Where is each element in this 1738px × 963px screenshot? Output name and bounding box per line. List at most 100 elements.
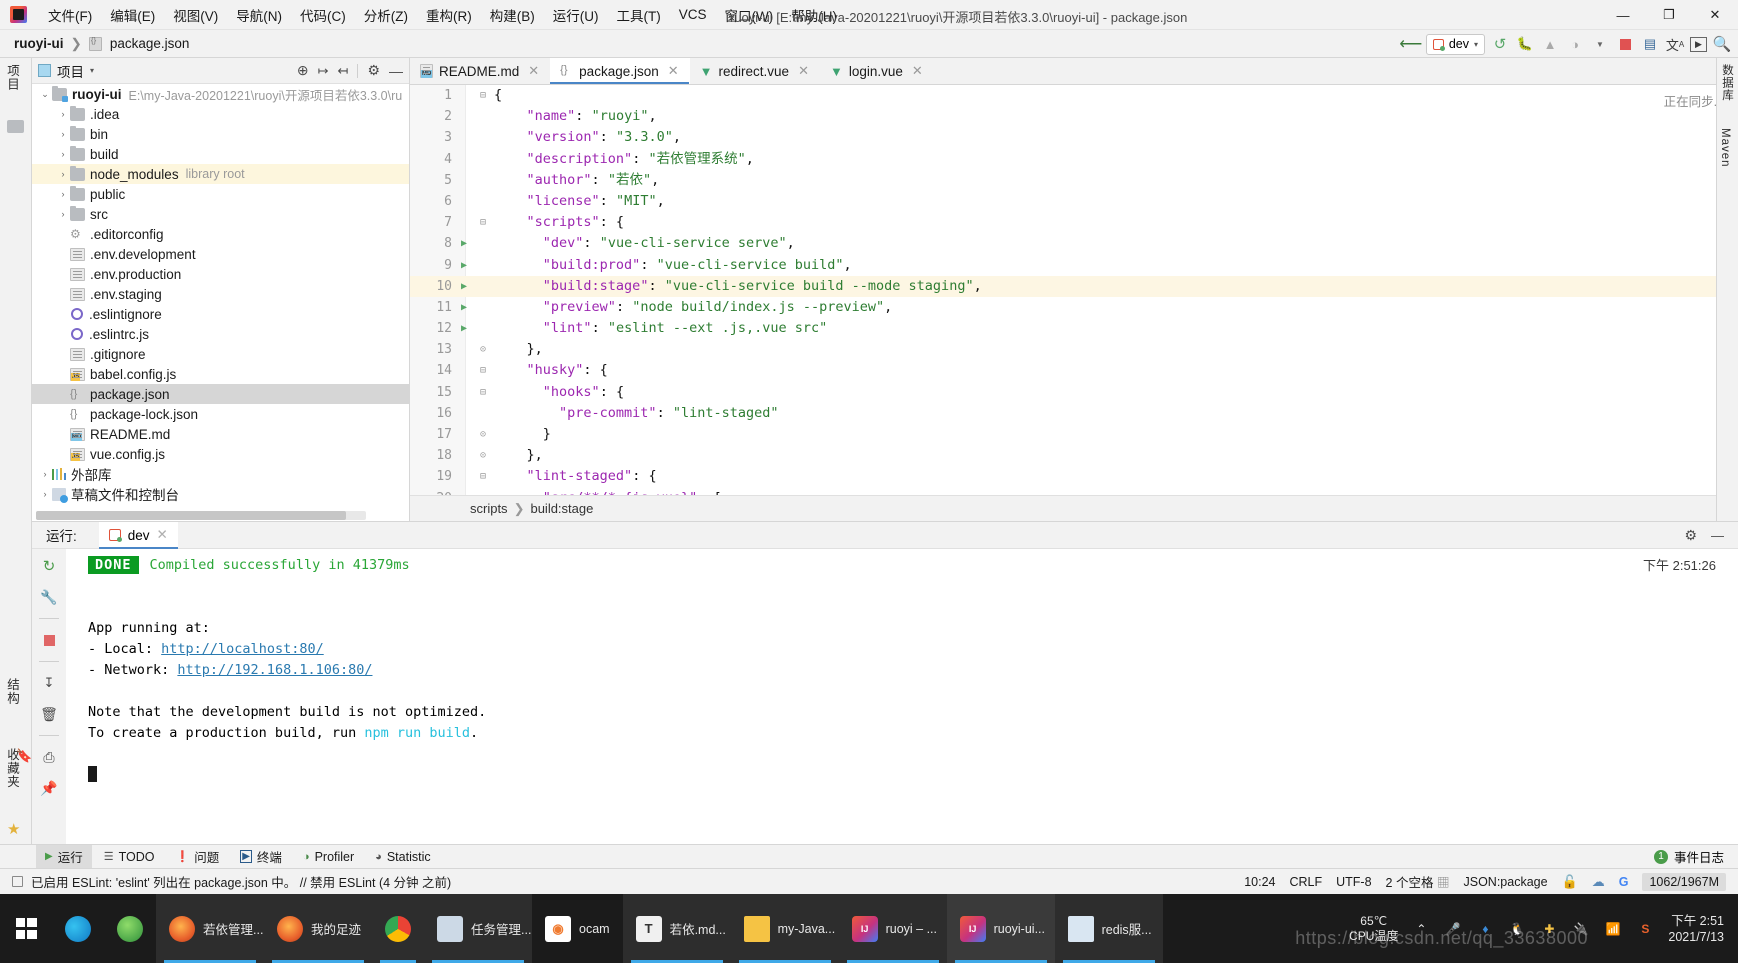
taskbar-item-firefox-ruoyi[interactable]: 若依管理... [156,894,264,963]
tree-node-public[interactable]: › public [32,184,409,204]
locate-icon[interactable]: ⊕ [297,62,309,79]
tree-node-vue.config.js[interactable]: JS vue.config.js [32,444,409,464]
translate-icon[interactable]: 文A [1665,34,1685,54]
breadcrumb-file[interactable]: package.json [110,36,190,51]
chevron-right-icon[interactable]: › [56,149,70,159]
menu-edit[interactable]: 编辑(E) [101,1,164,29]
menu-navigate[interactable]: 导航(N) [227,1,291,29]
project-tree[interactable]: ⌄ ruoyi-ui E:\my-Java-20201221\ruoyi\开源项目若… [32,84,409,509]
close-tab-icon[interactable]: ✕ [528,63,539,79]
tree-node-babel.config.js[interactable]: JS babel.config.js [32,364,409,384]
tree-node-[interactable]: › 外部库 [32,464,409,484]
taskbar-item-chrome[interactable] [372,894,424,963]
tree-node-src[interactable]: › src [32,204,409,224]
collapse-all-icon[interactable]: ↤ [338,63,349,79]
start-button[interactable] [0,894,52,963]
tree-node-.env.staging[interactable]: .env.staging [32,284,409,304]
tree-node-build[interactable]: › build [32,144,409,164]
terminal-icon[interactable]: ▶ [1690,37,1707,52]
fold-toggle-icon[interactable]: ⊟ [476,212,490,233]
fold-toggle-icon[interactable]: ⊝ [476,424,490,445]
tree-node-node_modules[interactable]: › node_modules library root [32,164,409,184]
project-horizontal-scrollbar[interactable] [36,511,366,520]
fold-toggle-icon[interactable]: ⊟ [476,85,490,106]
menu-refactor[interactable]: 重构(R) [417,1,481,29]
profile-icon[interactable]: ◑ [1565,34,1585,54]
breadcrumb-project[interactable]: ruoyi-ui [14,36,64,51]
tree-node-.eslintrc.js[interactable]: .eslintrc.js [32,324,409,344]
breadcrumb-build-stage[interactable]: build:stage [530,501,593,516]
tree-node-.env.production[interactable]: .env.production [32,264,409,284]
run-tab-dev[interactable]: dev ✕ [99,522,178,549]
hide-panel-icon[interactable]: — [389,63,403,79]
line-separator[interactable]: CRLF [1289,875,1322,889]
run-script-gutter-icon[interactable]: ▶ [452,276,476,297]
toolwindow-problems[interactable]: ❗ 问题 [166,845,228,868]
search-icon[interactable]: 🔍 [1712,34,1732,54]
toolwindow-terminal[interactable]: ▶ 终端 [231,845,291,868]
editor-tab-login-vue[interactable]: ▼ login.vue ✕ [820,58,934,84]
menu-code[interactable]: 代码(C) [291,1,355,29]
memory-indicator[interactable]: 1062/1967M [1642,873,1726,891]
toolwindow-run[interactable]: ▶ 运行 [36,845,92,868]
toolwindow-profiler[interactable]: ◑ Profiler [294,848,363,866]
bookmark-icon[interactable]: 🔖 [16,748,33,765]
menu-analyze[interactable]: 分析(Z) [355,1,417,29]
rerun-icon[interactable]: ↻ [39,556,59,576]
editor-tab-package-json[interactable]: {} package.json ✕ [550,58,689,84]
microphone-icon[interactable]: 🎤 [1444,920,1462,938]
fold-toggle-icon[interactable]: ⊟ [476,488,490,495]
menu-build[interactable]: 构建(B) [481,1,544,29]
scroll-to-end-icon[interactable]: ↧ [39,673,59,693]
tray-expand-icon[interactable]: ⌃ [1412,920,1430,938]
coverage-icon[interactable]: ▲ [1540,34,1560,54]
tree-node-bin[interactable]: › bin [32,124,409,144]
layout-icon[interactable]: ▤ [1640,34,1660,54]
taskbar-item-ie[interactable] [104,894,156,963]
cloud-icon[interactable]: ☁ [1592,874,1605,890]
qq-icon[interactable]: 🐧 [1508,920,1526,938]
chevron-right-icon[interactable]: › [56,209,70,219]
taskbar-item-redis[interactable]: redis服... [1055,894,1163,963]
taskbar-item-intellij-ruoyi[interactable]: IJ ruoyi – ... [839,894,947,963]
run-configuration-selector[interactable]: dev ▾ [1426,34,1485,55]
lock-icon[interactable]: 🔓 [1562,874,1578,890]
chevron-right-icon[interactable]: › [56,129,70,139]
chevron-right-icon[interactable]: › [38,469,52,479]
close-tab-icon[interactable]: ✕ [668,63,679,79]
fold-toggle-icon[interactable]: ⊟ [476,382,490,403]
code-editor[interactable]: 1 ⊟{2 "name": "ruoyi", 3 "version": "3.3.0… [410,85,1738,495]
fold-toggle-icon[interactable]: ⊝ [476,339,490,360]
strip-structure-label[interactable]: 结构 [3,678,22,705]
caret-position[interactable]: 10:24 [1244,875,1275,889]
file-type[interactable]: JSON:package [1463,875,1547,889]
print-icon[interactable]: ⎙ [39,747,59,767]
file-encoding[interactable]: UTF-8 [1336,875,1371,889]
run-script-gutter-icon[interactable]: ▶ [452,255,476,276]
google-icon[interactable]: G [1619,875,1629,889]
structure-icon[interactable] [7,120,24,133]
chevron-right-icon[interactable]: › [56,189,70,199]
fold-toggle-icon[interactable]: ⊟ [476,360,490,381]
shield-icon[interactable]: ✚ [1540,920,1558,938]
taskbar-item-firefox-footprint[interactable]: 我的足迹 [264,894,372,963]
tree-node-[interactable]: › 草稿文件和控制台 [32,484,409,504]
fold-toggle-icon[interactable]: ⊝ [476,445,490,466]
sogou-icon[interactable]: S [1636,920,1654,938]
trash-icon[interactable]: 🗑 [39,704,59,724]
indent-setting[interactable]: 2 个空格 ▦ [1386,872,1450,891]
star-icon[interactable]: ★ [7,820,24,837]
breadcrumb-scripts[interactable]: scripts [470,501,508,516]
tree-node-package.json[interactable]: {} package.json [32,384,409,404]
layers-icon[interactable]: ♦ [1476,920,1494,938]
taskbar-item-typora[interactable]: T 若依.md... [623,894,731,963]
editor-tab-bar[interactable]: MD README.md ✕ {} package.json ✕ ▼ redirect.vue… [410,58,1738,85]
network-icon[interactable]: 📶 [1604,920,1622,938]
fold-toggle-icon[interactable]: ⊟ [476,466,490,487]
battery-icon[interactable]: 🔌 [1572,920,1590,938]
chevron-right-icon[interactable]: › [38,489,52,499]
close-tab-icon[interactable]: ✕ [912,63,923,79]
toolwindow-statistic[interactable]: ◕ Statistic [366,848,439,866]
tree-node-.idea[interactable]: › .idea [32,104,409,124]
chevron-right-icon[interactable]: › [56,109,70,119]
